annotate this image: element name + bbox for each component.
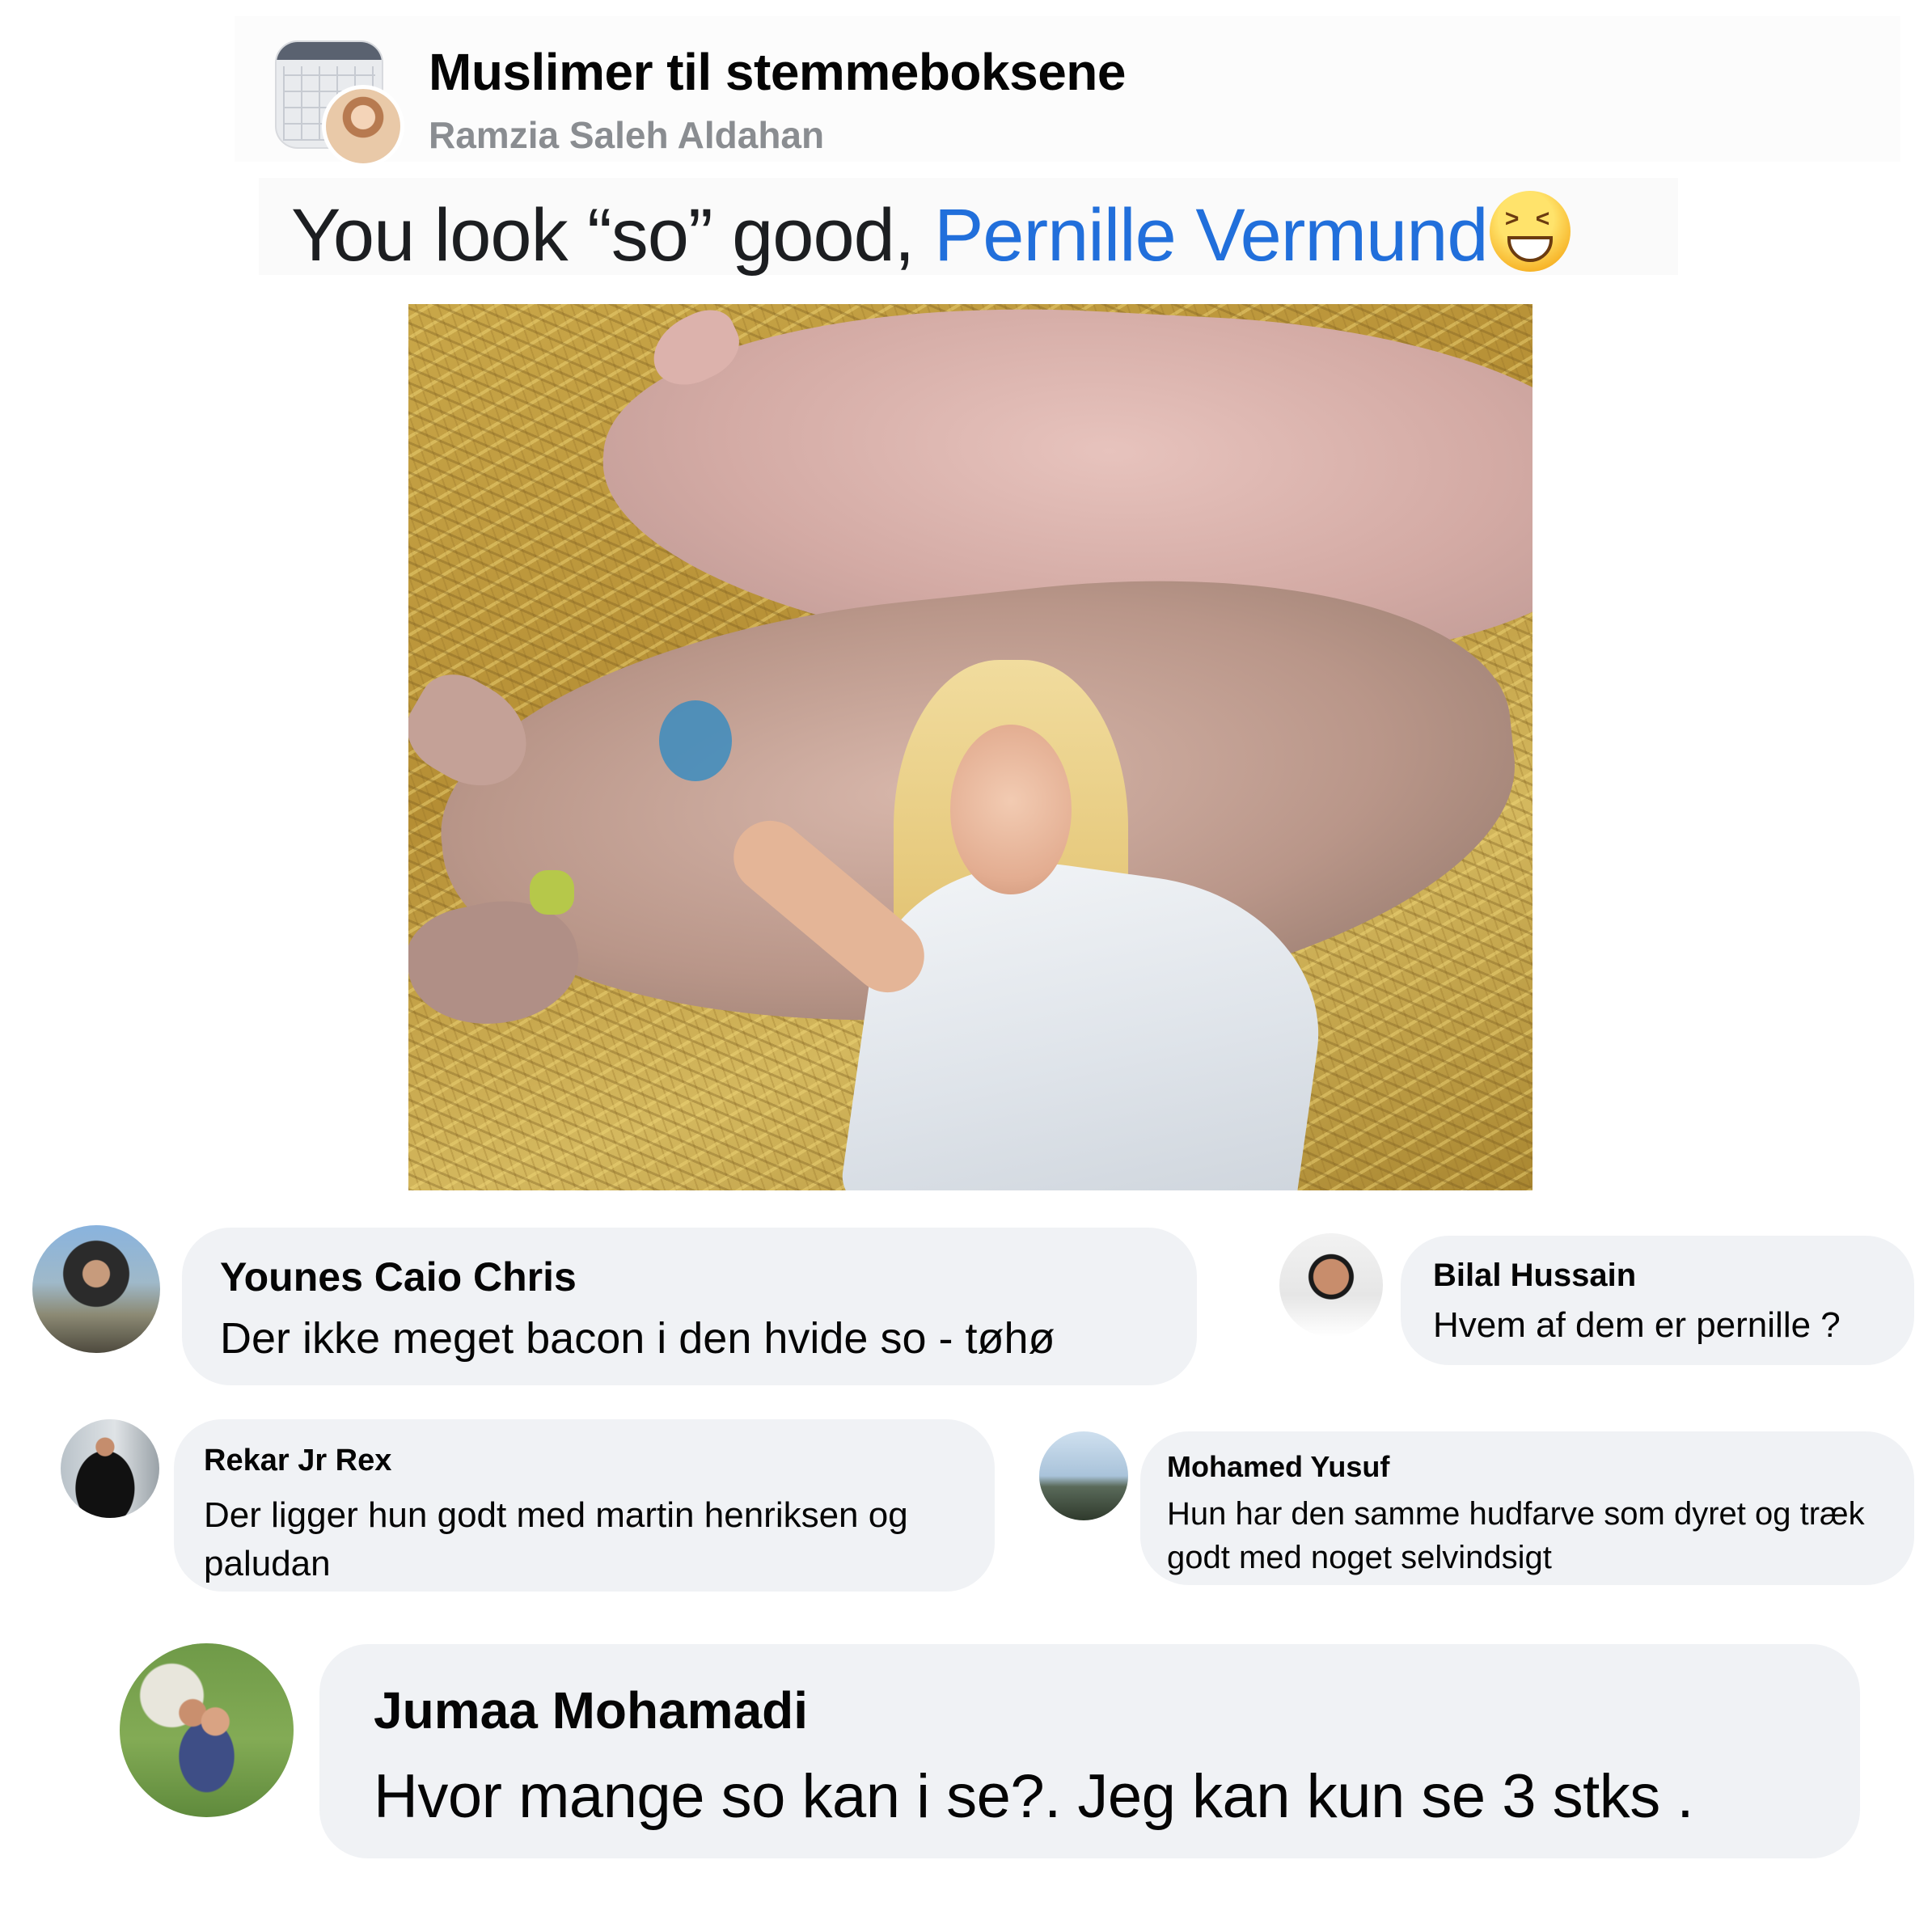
comment-author[interactable]: Bilal Hussain [1433, 1258, 1636, 1294]
comment-author[interactable]: Mohamed Yusuf [1167, 1450, 1389, 1484]
comment-bubble [1401, 1236, 1914, 1365]
comment-author[interactable]: Jumaa Mohamadi [374, 1680, 808, 1740]
comment-author[interactable]: Rekar Jr Rex [204, 1444, 391, 1478]
group-name[interactable]: Muslimer til stemmeboksene [429, 42, 1126, 102]
comment-text: Der ligger hun godt med martin henriksen… [204, 1495, 908, 1583]
comment-avatar[interactable] [32, 1225, 160, 1353]
calendar-icon [277, 42, 382, 60]
post-text-prefix: You look “so” good, [291, 194, 934, 277]
comment-avatar[interactable] [1039, 1431, 1128, 1520]
comment-avatar[interactable] [1279, 1233, 1383, 1337]
comment-avatar[interactable] [120, 1643, 294, 1817]
author-avatar[interactable] [322, 85, 404, 167]
comment-text: Der ikke meget bacon i den hvide so - tø… [220, 1314, 1055, 1363]
grinning-squinting-emoji-icon [1489, 191, 1571, 272]
comment-author[interactable]: Younes Caio Chris [220, 1253, 577, 1300]
author-name[interactable]: Ramzia Saleh Aldahan [429, 113, 824, 157]
comment-avatar[interactable] [61, 1419, 159, 1518]
comment-text: Hvem af dem er pernille ? [1433, 1305, 1841, 1345]
comment-text: Hun har den samme hudfarve som dyret og … [1167, 1496, 1865, 1575]
pig-blue-mark [659, 700, 732, 781]
person-face [950, 725, 1072, 894]
pig-ear-tag [530, 870, 574, 915]
comment-text: Hvor mange so kan i se?. Jeg kan kun se … [374, 1762, 1693, 1831]
post-photo[interactable] [408, 304, 1532, 1190]
mention-link[interactable]: Pernille Vermund [934, 194, 1489, 277]
post-text: You look “so” good, Pernille Vermund [291, 191, 1571, 278]
